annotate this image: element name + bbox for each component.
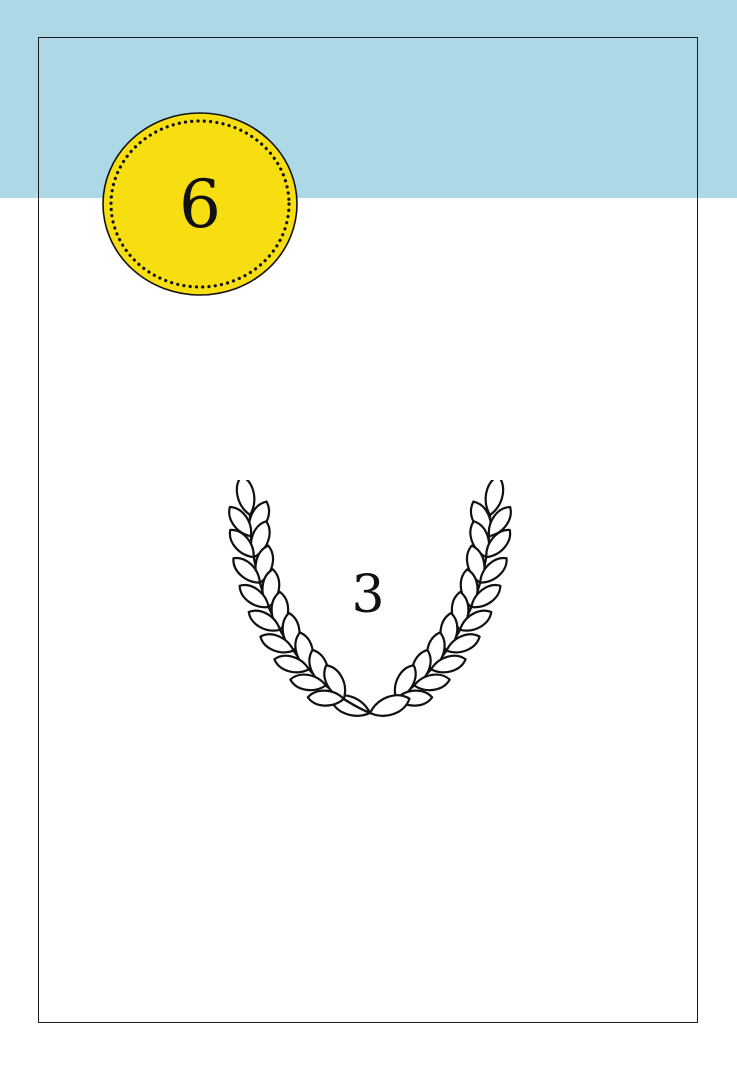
game-card-page: 6 3 bbox=[0, 0, 737, 1091]
cost-coin: 6 bbox=[101, 111, 299, 297]
victory-points-value: 3 bbox=[351, 565, 385, 625]
cost-value: 6 bbox=[179, 166, 221, 243]
